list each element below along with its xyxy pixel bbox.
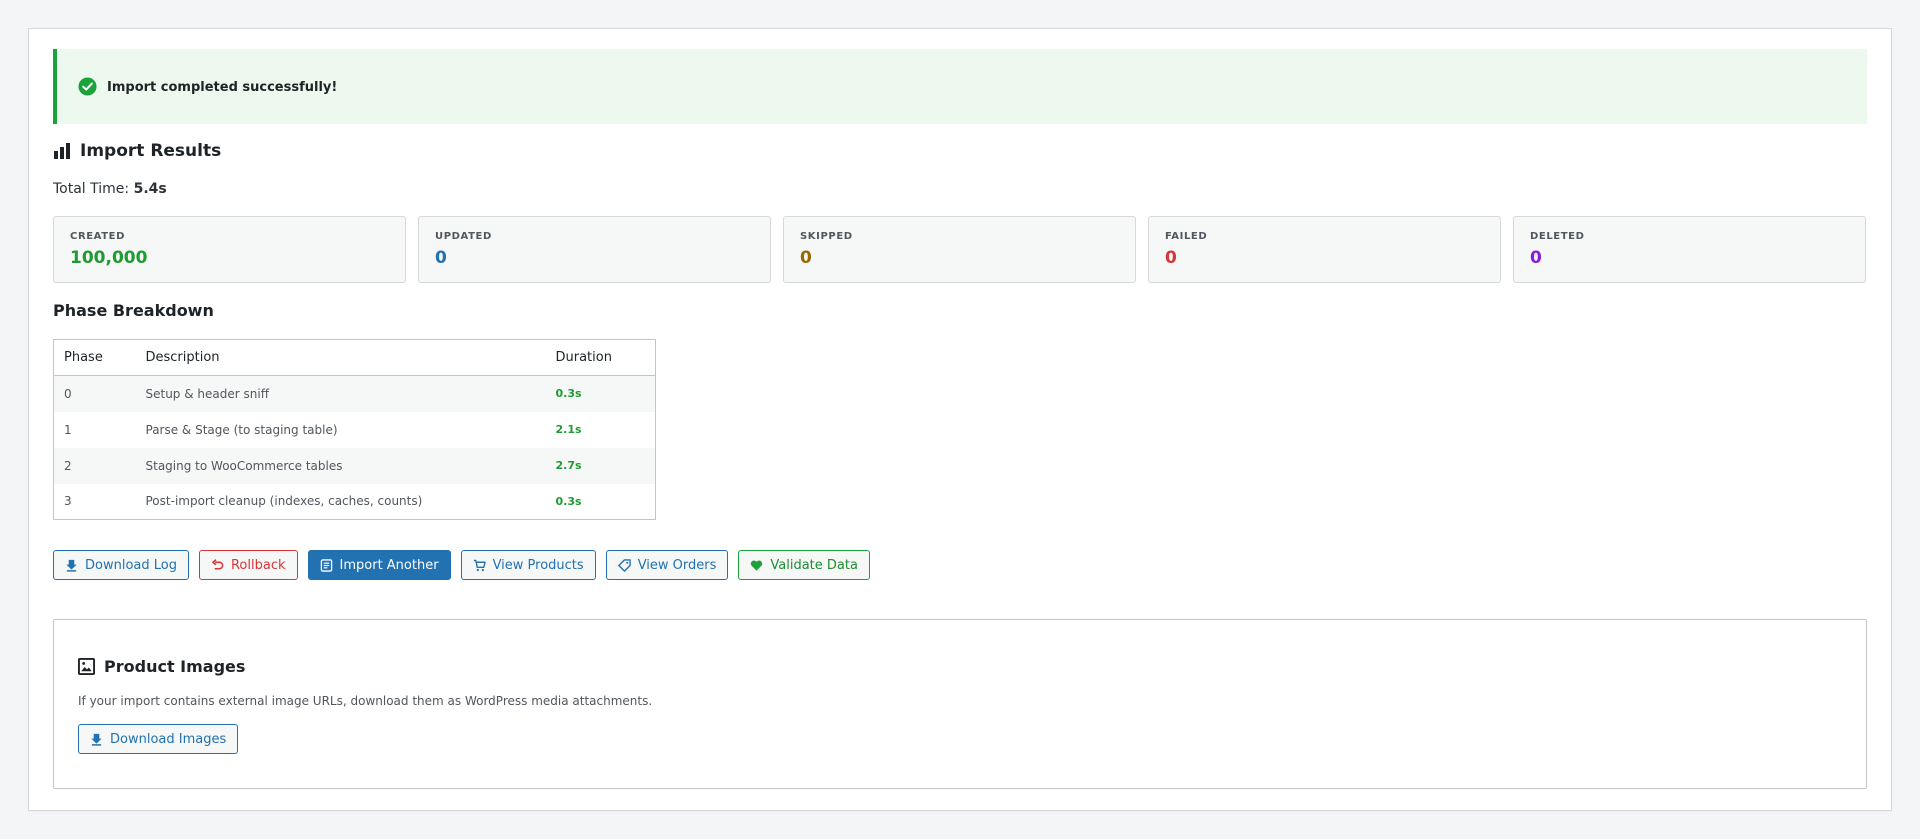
stat-label: CREATED — [70, 231, 125, 242]
stat-label: FAILED — [1165, 231, 1208, 242]
view-products-button[interactable]: View Products — [460, 550, 596, 580]
product-images-title: Product Images — [104, 657, 246, 676]
success-notice: Import completed successfully! — [53, 49, 1867, 124]
stat-value: 0 — [1530, 248, 1542, 268]
validate-data-button[interactable]: Validate Data — [738, 550, 870, 580]
phase-cell: 3 — [64, 494, 72, 509]
bar-chart-icon — [54, 143, 70, 159]
stats-row: CREATED 100,000 UPDATED 0 SKIPPED 0 FAIL… — [53, 216, 1866, 283]
stat-value: 0 — [800, 248, 812, 268]
total-time-label: Total Time: — [53, 181, 130, 197]
rollback-label: Rollback — [230, 557, 286, 573]
stat-label: SKIPPED — [800, 231, 853, 242]
heart-icon — [751, 560, 763, 571]
import-another-button[interactable]: Import Another — [307, 550, 451, 580]
stat-label: DELETED — [1530, 231, 1585, 242]
description-cell: Parse & Stage (to staging table) — [145, 422, 338, 437]
duration-cell: 2.1s — [555, 423, 582, 436]
table-row: 3 Post-import cleanup (indexes, caches, … — [54, 484, 656, 520]
database-import-icon — [320, 558, 332, 572]
duration-cell: 0.3s — [545, 375, 656, 412]
product-images-description: If your import contains external image U… — [78, 694, 653, 708]
import-results-panel: Import completed successfully! Import Re… — [28, 28, 1892, 811]
download-log-button[interactable]: Download Log — [53, 550, 189, 580]
phase-cell: 2 — [53, 447, 136, 484]
column-header-description: Description — [135, 339, 546, 376]
column-header-duration: Duration — [545, 339, 656, 376]
results-heading: Import Results — [53, 141, 221, 161]
stat-failed: FAILED 0 — [1148, 216, 1501, 283]
tag-icon — [617, 558, 631, 572]
stat-value: 0 — [1165, 248, 1177, 268]
download-log-label: Download Log — [85, 557, 177, 573]
table-row: 0 Setup & header sniff 0.3s — [53, 375, 656, 412]
image-icon — [78, 658, 95, 675]
view-orders-button[interactable]: View Orders — [605, 550, 729, 580]
duration-cell: 0.3s — [555, 494, 582, 508]
total-time-value: 5.4s — [133, 181, 167, 197]
validate-data-label: Validate Data — [770, 557, 858, 573]
download-images-button[interactable]: Download Images — [78, 724, 239, 754]
duration-cell: 2.7s — [545, 447, 656, 484]
view-products-label: View Products — [492, 557, 584, 573]
stat-deleted: DELETED 0 — [1513, 216, 1866, 283]
download-icon — [66, 559, 77, 572]
table-row: 1 Parse & Stage (to staging table) 2.1s — [54, 412, 656, 448]
description-cell: Setup & header sniff — [135, 375, 546, 412]
column-header-phase: Phase — [53, 339, 136, 376]
cart-icon — [473, 559, 486, 571]
table-header-row: Phase Description Duration — [53, 339, 656, 376]
stat-skipped: SKIPPED 0 — [783, 216, 1136, 283]
results-title: Import Results — [80, 141, 222, 161]
phase-table: Phase Description Duration 0 Setup & hea… — [53, 339, 656, 520]
notice-message: Import completed successfully! — [107, 80, 338, 95]
undo-icon — [212, 558, 224, 569]
stat-updated: UPDATED 0 — [418, 216, 771, 283]
phase-breakdown-title: Phase Breakdown — [53, 301, 214, 320]
phase-cell: 1 — [64, 422, 72, 437]
table-row: 2 Staging to WooCommerce tables 2.7s — [53, 447, 656, 484]
check-circle-icon — [78, 77, 97, 96]
description-cell: Staging to WooCommerce tables — [135, 447, 546, 484]
stat-value: 0 — [435, 248, 447, 268]
view-orders-label: View Orders — [637, 557, 717, 573]
product-images-heading: Product Images — [78, 657, 245, 676]
stat-label: UPDATED — [435, 231, 492, 242]
phase-cell: 0 — [53, 375, 136, 412]
total-time: Total Time: 5.4s — [53, 181, 167, 197]
stat-value: 100,000 — [70, 248, 148, 268]
rollback-button[interactable]: Rollback — [198, 550, 298, 580]
stat-created: CREATED 100,000 — [53, 216, 406, 283]
download-images-label: Download Images — [110, 731, 227, 747]
download-icon — [91, 733, 102, 746]
action-buttons: Download Log Rollback Import Another Vie… — [53, 550, 870, 580]
product-images-card: Product Images If your import contains e… — [53, 619, 1867, 789]
import-another-label: Import Another — [339, 557, 439, 573]
description-cell: Post-import cleanup (indexes, caches, co… — [145, 494, 423, 509]
